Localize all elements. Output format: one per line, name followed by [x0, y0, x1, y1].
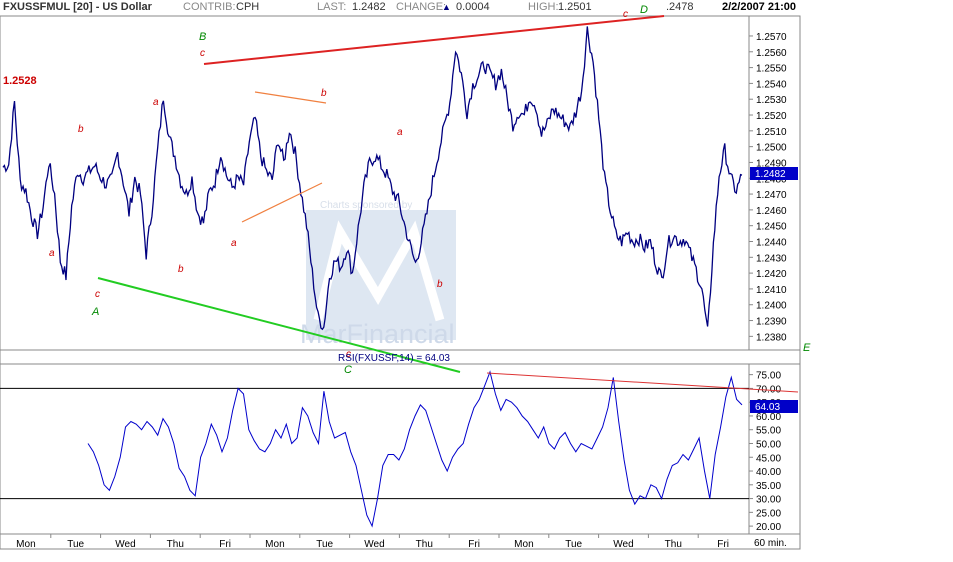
chart-canvas: MarFinancial Charts sponsored by 1.23801…	[0, 4, 811, 550]
wave-label: D	[640, 4, 648, 16]
x-tick-label: Wed	[364, 539, 384, 550]
y-tick-label: 1.2500	[756, 143, 787, 154]
y-tick-label: 1.2530	[756, 95, 787, 106]
x-tick-label: Thu	[665, 539, 682, 550]
wave-label: a	[153, 97, 159, 108]
wave-label: a	[49, 248, 55, 259]
chart-window: FXUSSFMUL [20] - US Dollar CONTRIB: CPH …	[0, 0, 811, 550]
wave-label: E	[803, 342, 811, 354]
rsi-last-badge: 64.03	[750, 400, 798, 413]
wave-label: b	[178, 264, 184, 275]
y-tick-label: 1.2380	[756, 332, 787, 343]
y-tick-label: 1.2540	[756, 79, 787, 90]
y-tick-label: 1.2400	[756, 301, 787, 312]
y-tick-label: 1.2570	[756, 32, 787, 43]
price-last-badge: 1.2482	[750, 167, 798, 180]
x-tick-label: Wed	[115, 539, 135, 550]
y-tick-label: 1.2510	[756, 127, 787, 138]
rsi-line	[87, 370, 743, 528]
wave-label: A	[91, 306, 99, 318]
y-tick-label: 55.00	[756, 426, 781, 437]
rsi-series	[87, 370, 743, 528]
watermark-sub-text: Charts sponsored by	[320, 200, 412, 211]
y-tick-label: 1.2430	[756, 253, 787, 264]
x-tick-label: Mon	[514, 539, 533, 550]
wave-label: b	[437, 279, 443, 290]
y-tick-label: 20.00	[756, 522, 781, 533]
y-tick-label: 1.2520	[756, 111, 787, 122]
y-tick-label: 60.00	[756, 412, 781, 423]
x-tick-label: Wed	[613, 539, 633, 550]
wave-label: b	[321, 88, 327, 99]
x-tick-label: Mon	[16, 539, 35, 550]
resistance-trendline	[203, 15, 665, 65]
rsi-y-axis: 20.00 25.00 30.00 35.00 40.00 45.00 50.00 55.00…	[0, 371, 781, 533]
y-tick-label: 1.2450	[756, 222, 787, 233]
y-tick-label: 75.00	[756, 371, 781, 382]
marked-high-label: 1.2528	[3, 75, 37, 87]
y-tick-label: 25.00	[756, 508, 781, 519]
y-tick-label: 50.00	[756, 439, 781, 450]
x-tick-label: Tue	[316, 539, 333, 550]
x-tick-label: Fri	[468, 539, 480, 550]
y-tick-label: 35.00	[756, 481, 781, 492]
y-tick-label: 45.00	[756, 453, 781, 464]
wave-label: c	[623, 9, 628, 20]
y-tick-label: 1.2550	[756, 64, 787, 75]
y-tick-label: 1.2420	[756, 269, 787, 280]
triangle-upper-line	[254, 91, 327, 104]
interval-label: 60 min.	[754, 538, 787, 549]
watermark-text: MarFinancial	[300, 319, 455, 349]
wave-label: B	[199, 31, 206, 43]
y-tick-label: 1.2560	[756, 48, 787, 59]
wave-label: a	[231, 238, 237, 249]
price-y-axis: 1.2380 1.2390 1.2400 1.2410 1.2420 1.2430 1.24…	[749, 32, 787, 343]
wave-label: C	[344, 364, 352, 376]
wave-label: a	[397, 127, 403, 138]
price-last-value: 1.2482	[755, 169, 786, 180]
y-tick-label: 1.2390	[756, 317, 787, 328]
y-tick-label: 1.2470	[756, 190, 787, 201]
x-tick-label: Thu	[167, 539, 184, 550]
x-tick-label: Tue	[565, 539, 582, 550]
x-tick-label: Fri	[717, 539, 729, 550]
wave-label: b	[78, 124, 84, 135]
wave-label: c	[200, 48, 205, 59]
rsi-plot-frame	[0, 363, 750, 535]
x-tick-label: Mon	[265, 539, 284, 550]
y-tick-label: 1.2440	[756, 237, 787, 248]
x-tick-label: Fri	[219, 539, 231, 550]
y-tick-label: 40.00	[756, 467, 781, 478]
rsi-title: RSI(FXUSSF,14) = 64.03	[338, 353, 450, 364]
rsi-last-value: 64.03	[755, 402, 780, 413]
x-tick-label: Tue	[67, 539, 84, 550]
y-tick-label: 1.2410	[756, 285, 787, 296]
wave-label: c	[95, 289, 100, 300]
y-tick-label: 1.2460	[756, 206, 787, 217]
rsi-trendline	[486, 372, 799, 393]
x-axis: Mon Tue Wed Thu Fri Mon Tue Wed Thu Fri Mon Tue Wed T…	[16, 534, 729, 550]
x-tick-label: Thu	[416, 539, 433, 550]
y-tick-label: 30.00	[756, 495, 781, 506]
